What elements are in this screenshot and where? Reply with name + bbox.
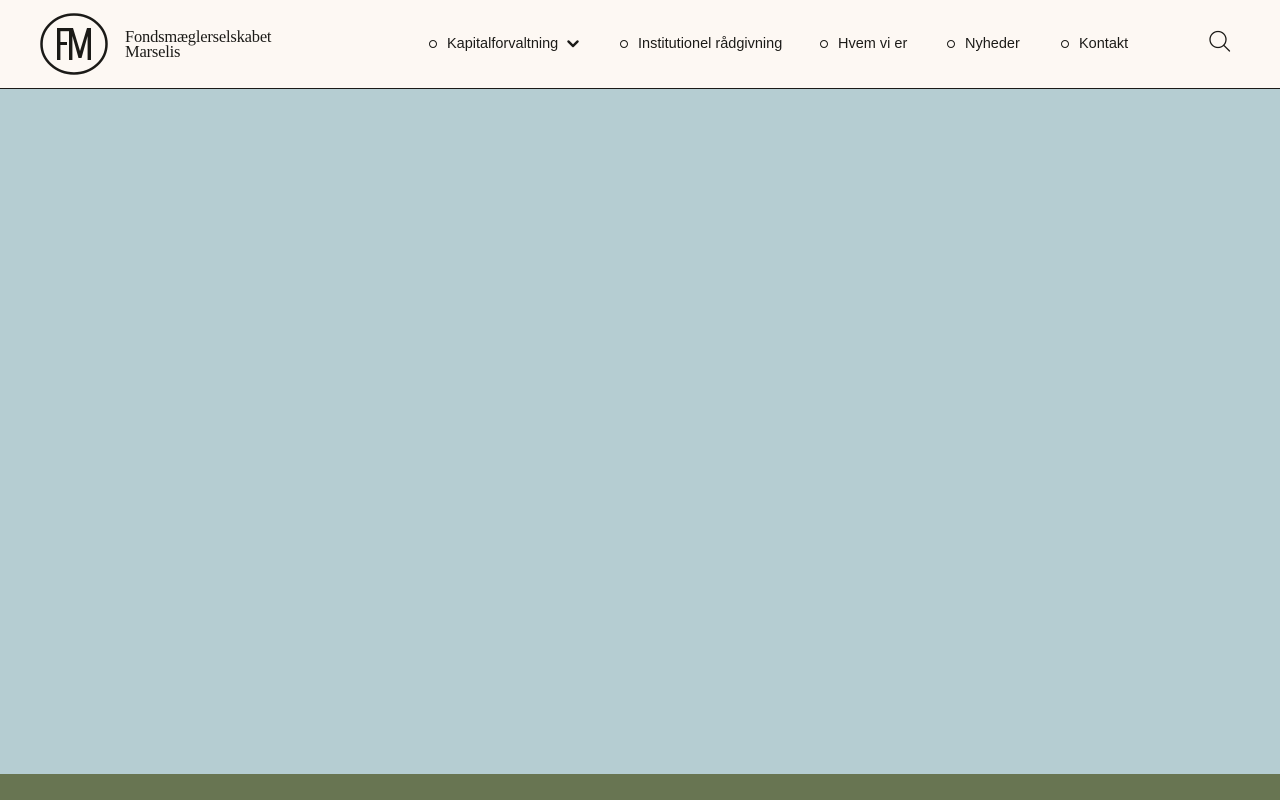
nav-item-label: Kontakt — [1079, 36, 1129, 52]
main-nav: Kapitalforvaltning Institutionel rådgivn… — [0, 0, 1280, 88]
nav-item-label: Hvem vi er — [838, 36, 908, 52]
search-button[interactable] — [1207, 29, 1233, 55]
nav-item-hvem-vi-er[interactable]: Hvem vi er — [820, 34, 907, 54]
nav-bullet-icon — [820, 40, 828, 48]
nav-item-label: Institutionel rådgivning — [638, 36, 783, 52]
section-band — [0, 774, 1280, 800]
nav-item-institutionel-radgivning[interactable]: Institutionel rådgivning — [620, 34, 782, 54]
chevron-down-icon — [567, 40, 579, 48]
hero-section — [0, 89, 1280, 774]
nav-bullet-icon — [1061, 40, 1069, 48]
nav-item-label: Nyheder — [965, 36, 1020, 52]
nav-bullet-icon — [947, 40, 955, 48]
nav-item-kapitalforvaltning[interactable]: Kapitalforvaltning — [429, 34, 579, 54]
nav-item-label: Kapitalforvaltning — [447, 36, 559, 52]
nav-bullet-icon — [429, 40, 437, 48]
nav-item-kontakt[interactable]: Kontakt — [1061, 34, 1128, 54]
nav-item-nyheder[interactable]: Nyheder — [947, 34, 1020, 54]
search-icon — [1209, 30, 1231, 52]
nav-bullet-icon — [620, 40, 628, 48]
site-header: Fondsmæglerselskabet Marselis Kapitalfor… — [0, 0, 1280, 89]
